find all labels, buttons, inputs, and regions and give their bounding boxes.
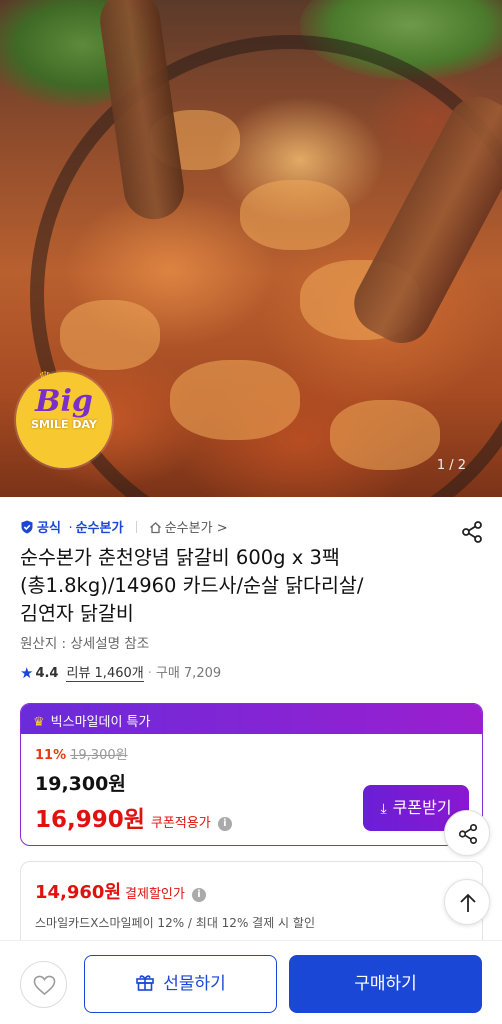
separator-dot: · [68,521,73,536]
floating-share-button[interactable] [444,810,490,856]
divider [135,521,137,533]
food-chunk [170,360,300,440]
share-icon[interactable] [460,520,484,544]
share-icon [458,824,478,844]
info-icon[interactable]: i [191,888,206,902]
payment-price-row: 14,960원 결제할인가 i [35,878,468,904]
promo-header: ♛ 빅스마일데이 특가 [21,704,482,734]
promo-body: 11% 19,300원 19,300원 16,990원 쿠폰적용가 i ⤓ 쿠폰받기 [21,734,482,844]
origin-info: 원산지 : 상세설명 참조 [20,636,150,652]
shield-check-icon [21,520,33,534]
rating-value: 4.4 [35,666,59,681]
gift-button[interactable]: 선물하기 [84,955,277,1013]
seller-row: 공식 · 순수본가 순수본가 > [20,517,484,537]
payment-price-label: 결제할인가 [125,887,185,902]
info-icon[interactable]: i [217,817,232,831]
product-title-line: 순수본가 춘천양념 닭갈비 600g x 3팩 [20,546,340,569]
badge-title: Big [35,384,93,419]
food-chunk [330,400,440,470]
gift-icon [136,975,155,991]
purchase-count: 구매 7,209 [155,666,222,681]
image-page-indicator: 1 / 2 [436,458,466,473]
payment-price: 14,960원 [35,882,122,903]
crown-icon: ♛ [38,368,53,387]
original-price: 19,300원 [70,748,128,763]
separator-dot: · [147,666,152,681]
heart-icon [33,975,56,996]
gift-button-label: 선물하기 [163,974,226,994]
brand-link[interactable]: 순수본가 [76,521,124,536]
product-title-line: 김연자 닭갈비 [20,602,134,625]
coupon-price-label: 쿠폰적용가 [150,816,211,831]
product-title-line: (총1.8kg)/14960 카드사/순살 닭다리살/ [20,574,364,597]
buy-button[interactable]: 구매하기 [289,955,482,1013]
payment-discount-box: 14,960원 결제할인가 i 스마일카드X스마일페이 12% / 최대 12% … [20,861,483,951]
arrow-up-icon [460,893,476,912]
official-label: 공식 [37,521,61,536]
chevron-right-icon: > [216,521,228,536]
official-badge: 공식 [20,520,65,536]
scroll-to-top-button[interactable] [444,879,490,925]
store-link-label: 순수본가 [164,521,213,536]
wishlist-button[interactable] [20,961,67,1008]
product-title: 순수본가 춘천양념 닭갈비 600g x 3팩 (총1.8kg)/14960 카… [20,544,460,628]
house-icon [149,522,161,534]
product-image[interactable]: ♛ Big SMILE DAY 1 / 2 [0,0,502,497]
rating-row: ★ 4.4 리뷰 1,460개 · 구매 7,209 [20,662,221,682]
food-chunk [240,180,350,250]
bottom-action-bar: 선물하기 구매하기 [0,940,502,1024]
promo-header-label: 빅스마일데이 특가 [50,715,151,730]
payment-description: 스마일카드X스마일페이 12% / 최대 12% 결제 시 할인 [35,916,315,930]
discount-row: 11% 19,300원 [35,744,468,763]
food-chunk [60,300,160,370]
review-link[interactable]: 리뷰 1,460개 [66,666,144,682]
big-smile-day-badge: ♛ Big SMILE DAY [16,368,112,468]
badge-subtitle: SMILE DAY [31,418,97,431]
discount-percent: 11% [35,748,67,763]
coupon-price: 16,990원 [35,807,145,833]
big-smile-day-price-box: ♛ 빅스마일데이 특가 11% 19,300원 19,300원 16,990원 쿠폰적… [20,703,483,846]
star-icon: ★ [20,664,34,682]
coupon-button-label: 쿠폰받기 [392,798,452,817]
store-link[interactable]: 순수본가 > [149,521,228,536]
download-icon: ⤓ [380,801,387,817]
crown-icon: ♛ [33,715,45,730]
